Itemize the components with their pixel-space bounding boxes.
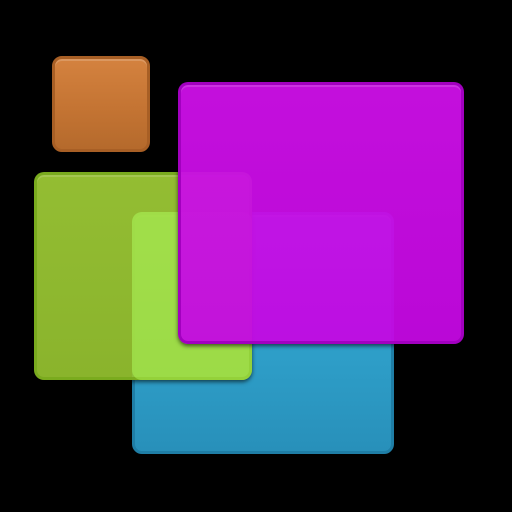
app-icon [0, 0, 512, 512]
magenta-rectangle-icon [178, 82, 464, 344]
orange-square-icon [52, 56, 150, 152]
